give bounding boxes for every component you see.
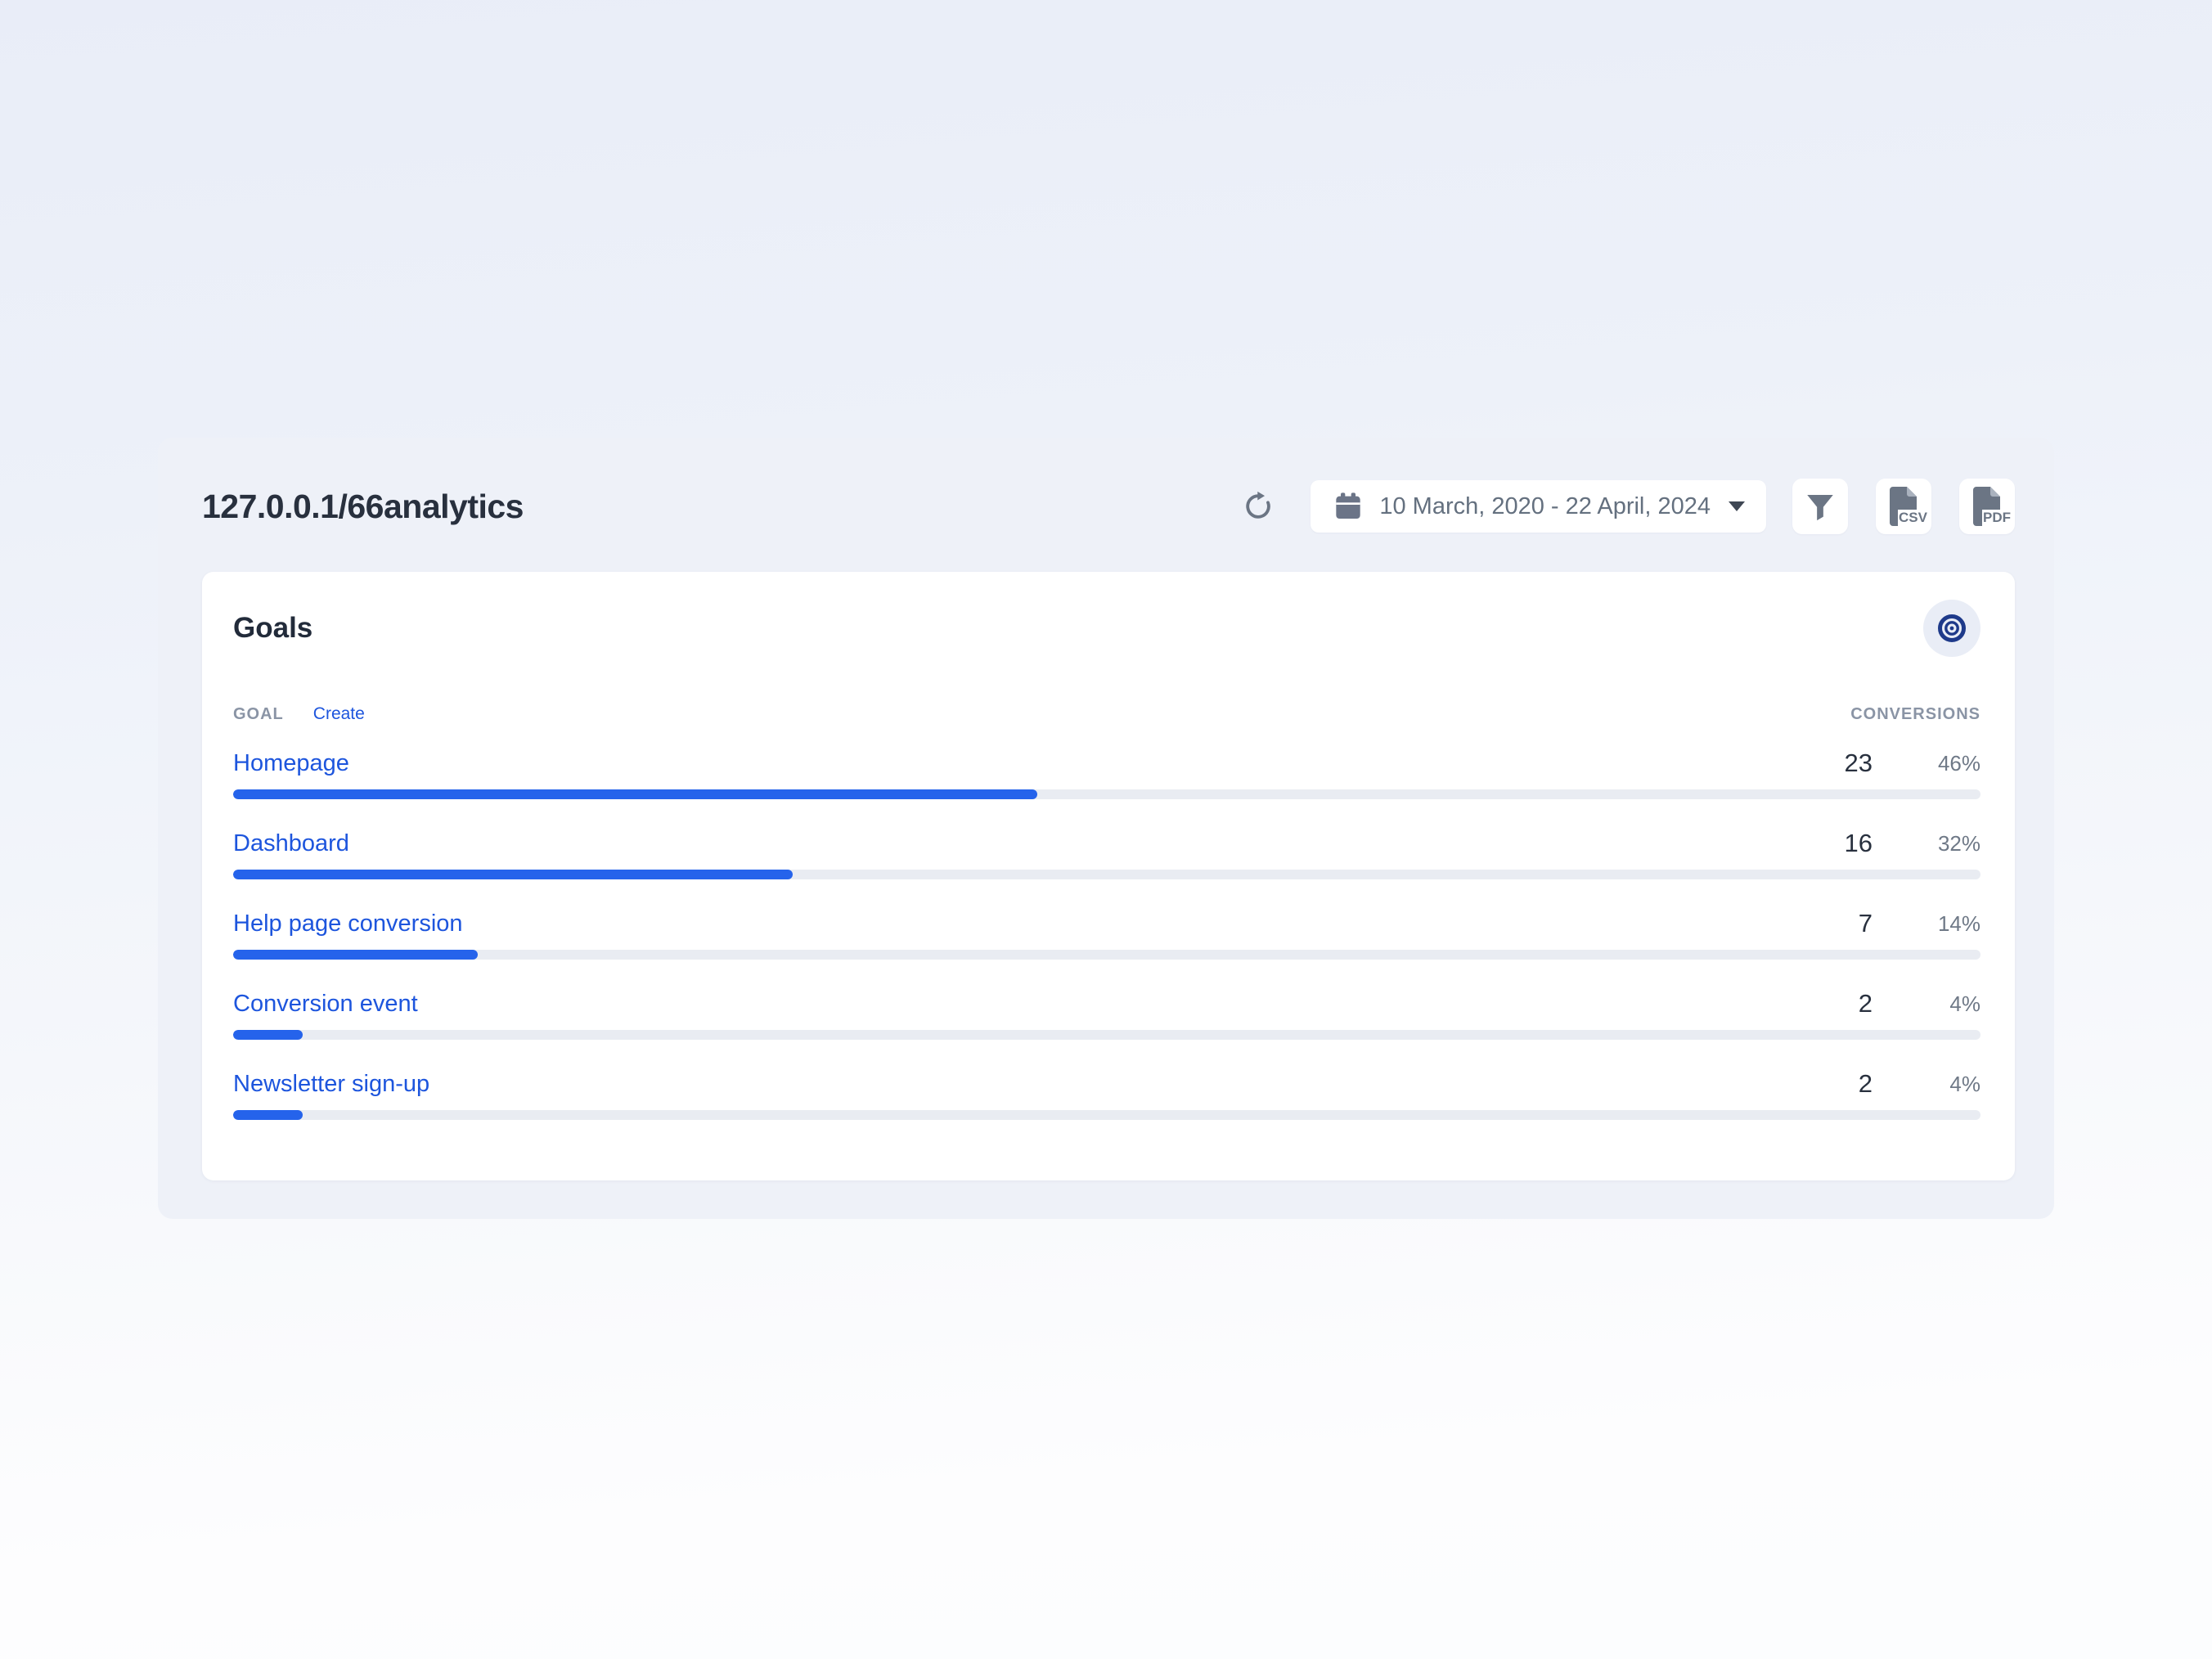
goal-progress-fill — [233, 870, 793, 879]
calendar-icon — [1332, 490, 1365, 523]
goal-conversions-percent: 32% — [1873, 827, 1980, 860]
goal-conversions-count: 2 — [1774, 1068, 1873, 1100]
goal-row: Conversion event 2 4% — [233, 987, 1980, 1040]
export-csv-button[interactable]: CSV — [1876, 479, 1931, 534]
goal-progress-fill — [233, 1030, 303, 1040]
goal-link[interactable]: Conversion event — [233, 987, 1774, 1020]
goals-card-header: Goals — [233, 572, 1980, 657]
panel-header: 127.0.0.1/66analytics 10 March, 2020 - 2… — [158, 438, 2054, 534]
export-pdf-button[interactable]: PDF — [1959, 479, 2015, 534]
goal-row-line: Newsletter sign-up 2 4% — [233, 1068, 1980, 1100]
goals-column-headers: GOAL Create CONVERSIONS — [233, 704, 1980, 724]
goal-conversions-percent: 14% — [1873, 907, 1980, 940]
goal-row: Homepage 23 46% — [233, 747, 1980, 799]
chevron-down-icon — [1729, 501, 1745, 511]
refresh-button[interactable] — [1239, 487, 1278, 526]
refresh-icon — [1240, 488, 1276, 524]
goal-conversions-count: 23 — [1774, 747, 1873, 780]
csv-file-label: CSV — [1898, 510, 1928, 526]
goal-row-line: Help page conversion 7 14% — [233, 907, 1980, 940]
pdf-file-label: PDF — [1982, 510, 2012, 526]
goals-title: Goals — [233, 612, 1923, 645]
goal-conversions-percent: 4% — [1873, 987, 1980, 1020]
goals-card: Goals GOAL Create CONVERSIONS Homepage 2… — [202, 572, 2015, 1180]
goal-link[interactable]: Help page conversion — [233, 907, 1774, 940]
goal-progress-track — [233, 1110, 1980, 1120]
page-title: 127.0.0.1/66analytics — [202, 488, 1239, 526]
goals-target-button[interactable] — [1923, 600, 1980, 657]
goal-link[interactable]: Dashboard — [233, 827, 1774, 860]
column-header-conversions: CONVERSIONS — [1850, 705, 1980, 724]
goal-conversions-percent: 46% — [1873, 747, 1980, 780]
goal-link[interactable]: Newsletter sign-up — [233, 1068, 1774, 1100]
goals-list: Homepage 23 46% Dashboard 16 32% Help pa… — [233, 747, 1980, 1120]
goal-progress-fill — [233, 950, 478, 960]
goal-link[interactable]: Homepage — [233, 747, 1774, 780]
goal-row: Newsletter sign-up 2 4% — [233, 1068, 1980, 1120]
goal-row: Dashboard 16 32% — [233, 827, 1980, 879]
goal-progress-track — [233, 789, 1980, 799]
goal-progress-track — [233, 950, 1980, 960]
column-header-goal: GOAL — [233, 705, 284, 724]
goal-progress-track — [233, 1030, 1980, 1040]
goal-row: Help page conversion 7 14% — [233, 907, 1980, 960]
date-range-label: 10 March, 2020 - 22 April, 2024 — [1379, 493, 1711, 520]
target-icon — [1936, 613, 1967, 644]
create-goal-link[interactable]: Create — [313, 704, 365, 724]
goal-progress-fill — [233, 1110, 303, 1120]
goal-conversions-count: 2 — [1774, 987, 1873, 1020]
goal-row-line: Dashboard 16 32% — [233, 827, 1980, 860]
analytics-panel: 127.0.0.1/66analytics 10 March, 2020 - 2… — [158, 438, 2054, 1219]
goal-row-line: Conversion event 2 4% — [233, 987, 1980, 1020]
pdf-file-icon: PDF — [1969, 485, 2005, 528]
goal-progress-fill — [233, 789, 1037, 799]
filter-button[interactable] — [1792, 479, 1848, 534]
goal-conversions-percent: 4% — [1873, 1068, 1980, 1100]
goal-row-line: Homepage 23 46% — [233, 747, 1980, 780]
date-range-picker[interactable]: 10 March, 2020 - 22 April, 2024 — [1311, 480, 1766, 533]
csv-file-icon: CSV — [1886, 485, 1922, 528]
filter-icon — [1803, 489, 1837, 524]
header-controls: 10 March, 2020 - 22 April, 2024 CSV — [1239, 479, 2015, 534]
goal-conversions-count: 16 — [1774, 827, 1873, 860]
goal-progress-track — [233, 870, 1980, 879]
goal-conversions-count: 7 — [1774, 907, 1873, 940]
